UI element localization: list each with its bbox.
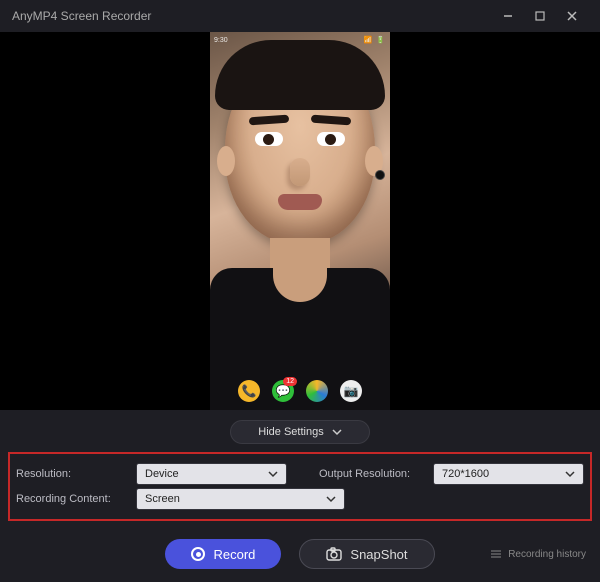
list-icon	[490, 549, 502, 559]
record-button[interactable]: Record	[165, 539, 281, 569]
camera-app-icon: 📷	[340, 380, 362, 402]
hide-settings-button[interactable]: Hide Settings	[230, 420, 370, 444]
snapshot-button[interactable]: SnapShot	[299, 539, 434, 569]
chevron-down-icon	[326, 494, 336, 504]
action-bar: Record SnapShot Recording history	[0, 537, 600, 571]
settings-panel: Resolution: Device Output Resolution: 72…	[8, 452, 592, 521]
chevron-down-icon	[565, 469, 575, 479]
recording-content-value: Screen	[145, 493, 326, 505]
maximize-button[interactable]	[524, 0, 556, 32]
phone-dock: 📞 💬12 📷	[210, 380, 390, 402]
messages-badge: 12	[283, 377, 297, 386]
output-resolution-dropdown[interactable]: 720*1600	[433, 463, 584, 485]
title-bar: AnyMP4 Screen Recorder	[0, 0, 600, 32]
chevron-down-icon	[268, 469, 278, 479]
phone-mirror-preview: 9:30 📶 🔋 📞 💬12 📷	[210, 32, 390, 410]
minimize-button[interactable]	[492, 0, 524, 32]
recording-history-label: Recording history	[508, 549, 586, 560]
phone-time: 9:30	[214, 37, 228, 44]
resolution-value: Device	[145, 468, 268, 480]
preview-area: 9:30 📶 🔋 📞 💬12 📷	[0, 32, 600, 410]
recording-history-button[interactable]: Recording history	[490, 549, 586, 560]
close-button[interactable]	[556, 0, 588, 32]
output-resolution-label: Output Resolution:	[319, 468, 425, 480]
chevron-down-icon	[332, 427, 342, 437]
recording-content-label: Recording Content:	[16, 493, 128, 505]
phone-status-icons: 📶 🔋	[364, 36, 386, 44]
hide-settings-label: Hide Settings	[258, 426, 323, 438]
app-title: AnyMP4 Screen Recorder	[12, 9, 492, 23]
selfie-face	[225, 54, 375, 244]
messages-app-icon: 💬12	[272, 380, 294, 402]
record-label: Record	[213, 547, 255, 562]
browser-app-icon	[306, 380, 328, 402]
resolution-dropdown[interactable]: Device	[136, 463, 287, 485]
output-resolution-value: 720*1600	[442, 468, 565, 480]
phone-app-icon: 📞	[238, 380, 260, 402]
record-icon	[191, 547, 205, 561]
snapshot-label: SnapShot	[350, 547, 407, 562]
recording-content-dropdown[interactable]: Screen	[136, 488, 345, 510]
camera-icon	[326, 547, 342, 561]
resolution-label: Resolution:	[16, 468, 128, 480]
